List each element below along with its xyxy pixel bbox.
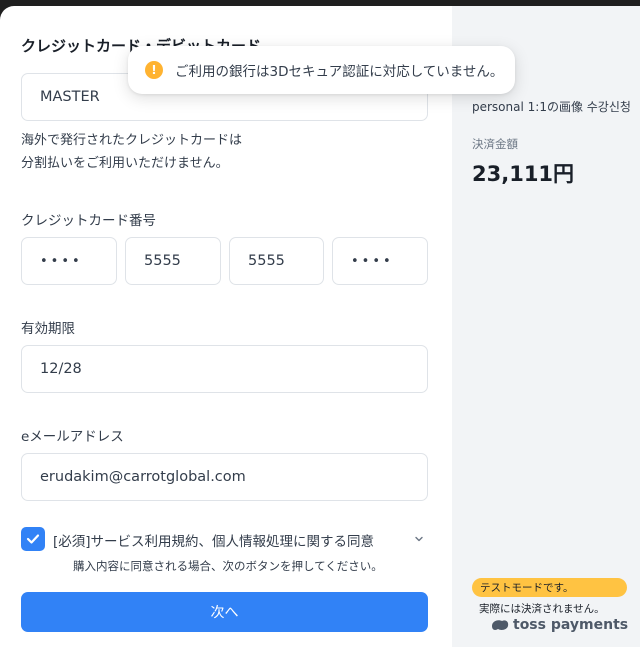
installment-note: 海外で発行されたクレジットカードは 分割払いをご利用いただけません。 bbox=[21, 129, 242, 175]
agree-subnote: 購入内容に同意される場合、次のボタンを押してください。 bbox=[73, 559, 383, 573]
checkmark-icon bbox=[26, 534, 40, 544]
expiry-value: 12/28 bbox=[40, 361, 82, 377]
toss-payments-logo: toss payments bbox=[490, 617, 628, 633]
payment-amount: 23,111円 bbox=[472, 162, 575, 186]
installment-note-line1: 海外で発行されたクレジットカードは bbox=[21, 133, 243, 148]
card-number-field-2[interactable]: 5555 bbox=[125, 237, 221, 285]
card-number-label: クレジットカード番号 bbox=[21, 213, 156, 229]
test-mode-badge: テストモードです。 bbox=[472, 578, 627, 597]
email-value: erudakim@carrotglobal.com bbox=[40, 469, 246, 485]
amount-label: 決済金額 bbox=[472, 137, 518, 151]
order-summary-panel: personal 1:1の画像 수강신청 決済金額 23,111円 テストモード… bbox=[452, 6, 640, 647]
payment-modal: personal 1:1の画像 수강신청 決済金額 23,111円 テストモード… bbox=[0, 6, 640, 647]
order-name: personal 1:1の画像 수강신청 bbox=[472, 100, 631, 114]
email-label: eメールアドレス bbox=[21, 429, 124, 445]
card-number-part-1: •••• bbox=[40, 253, 83, 269]
exclamation-icon: ! bbox=[145, 61, 163, 79]
card-number-field-4[interactable]: •••• bbox=[332, 237, 428, 285]
toast-notification: ! ご利用の銀行は3Dセキュア認証に対応していません。 bbox=[128, 46, 515, 94]
email-field[interactable]: erudakim@carrotglobal.com bbox=[21, 453, 428, 501]
toss-logo-icon bbox=[492, 620, 509, 630]
card-number-field-1[interactable]: •••• bbox=[21, 237, 117, 285]
card-company-value: MASTER bbox=[40, 89, 100, 105]
brand-name: toss payments bbox=[513, 617, 629, 633]
agree-checkbox[interactable] bbox=[21, 527, 45, 551]
test-mode-note: 実際には決済されません。 bbox=[479, 603, 605, 615]
chevron-down-icon[interactable] bbox=[412, 532, 426, 546]
expiry-field[interactable]: 12/28 bbox=[21, 345, 428, 393]
card-number-part-4: •••• bbox=[351, 253, 394, 269]
toast-message: ご利用の銀行は3Dセキュア認証に対応していません。 bbox=[175, 64, 504, 80]
agree-label[interactable]: [必須]サービス利用規約、個人情報処理に関する同意 bbox=[53, 530, 374, 550]
next-button[interactable]: 次へ bbox=[21, 592, 428, 632]
installment-note-line2: 分割払いをご利用いただけません。 bbox=[21, 156, 229, 171]
test-mode-text: テストモードです。 bbox=[480, 582, 574, 594]
card-number-field-3[interactable]: 5555 bbox=[229, 237, 324, 285]
expiry-label: 有効期限 bbox=[21, 321, 75, 337]
card-number-part-3: 5555 bbox=[248, 253, 285, 269]
card-number-part-2: 5555 bbox=[144, 253, 181, 269]
